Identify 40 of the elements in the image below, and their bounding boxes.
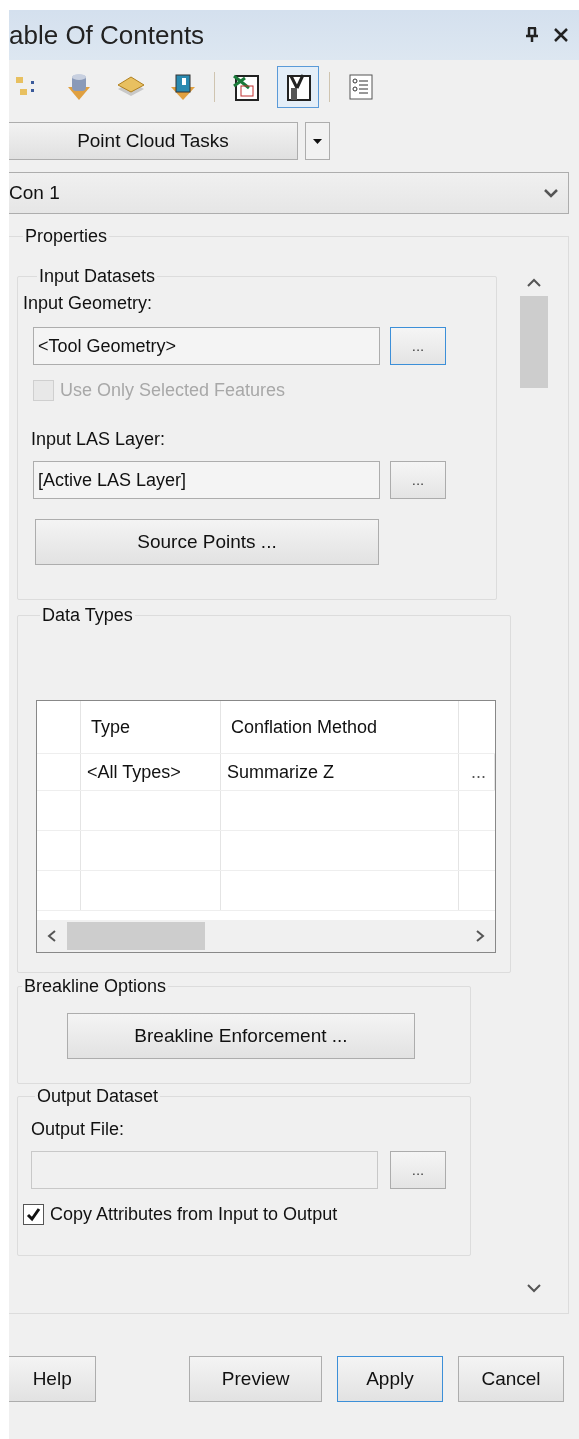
- dialog-button[interactable]: Cancel: [457, 1356, 564, 1402]
- table-cell: ...: [459, 754, 495, 790]
- database-down-icon: [66, 73, 92, 101]
- dropdown-button[interactable]: [305, 122, 330, 160]
- dialog-button[interactable]: Preview: [189, 1356, 322, 1402]
- field-label: Output File:: [31, 1118, 126, 1141]
- breakline-button[interactable]: Breakline Enforcement ...: [67, 1013, 415, 1059]
- field-label: Input LAS Layer:: [31, 428, 167, 451]
- list-icon: [348, 73, 374, 101]
- checkbox-label: Copy Attributes from Input to Output: [50, 1203, 338, 1226]
- table-cell: Summarize Z: [221, 754, 459, 790]
- document-down-icon: [169, 73, 197, 101]
- configuration-dropdown[interactable]: Con 1: [9, 172, 569, 214]
- toolbar-button[interactable]: [277, 66, 319, 108]
- input-field[interactable]: [Active LAS Layer]: [33, 461, 380, 499]
- close-icon[interactable]: [553, 27, 569, 43]
- scroll-up-icon[interactable]: [527, 278, 541, 288]
- tasks-button[interactable]: Point Cloud Tasks: [9, 122, 298, 160]
- scroll-down-icon[interactable]: [527, 1283, 541, 1293]
- dialog-button[interactable]: Apply: [336, 1356, 443, 1402]
- document-scissors-icon: [231, 72, 261, 102]
- browse-button[interactable]: ...: [390, 1151, 446, 1189]
- caret-icon: [313, 138, 322, 144]
- window-title: able Of Contents: [9, 18, 206, 52]
- field-label: Input Geometry:: [23, 292, 154, 315]
- input-field[interactable]: <Tool Geometry>: [33, 327, 380, 365]
- scrollbar-thumb[interactable]: [520, 296, 548, 388]
- checkbox[interactable]: [23, 1204, 44, 1225]
- column-header[interactable]: Conflation Method: [221, 701, 459, 753]
- source-points-button[interactable]: Source Points ...: [35, 519, 379, 565]
- checkmark-icon: [26, 1207, 41, 1222]
- checkbox-label: Use Only Selected Features: [60, 379, 286, 402]
- browse-button[interactable]: ...: [390, 461, 446, 499]
- dialog-button[interactable]: Help: [9, 1356, 97, 1402]
- table-cell: <All Types>: [81, 754, 221, 790]
- pin-icon[interactable]: [525, 27, 539, 43]
- column-header[interactable]: Type: [81, 701, 221, 753]
- chevron-down-icon: [544, 188, 558, 198]
- scrollbar-thumb[interactable]: [67, 922, 205, 950]
- browse-button[interactable]: ...: [390, 327, 446, 365]
